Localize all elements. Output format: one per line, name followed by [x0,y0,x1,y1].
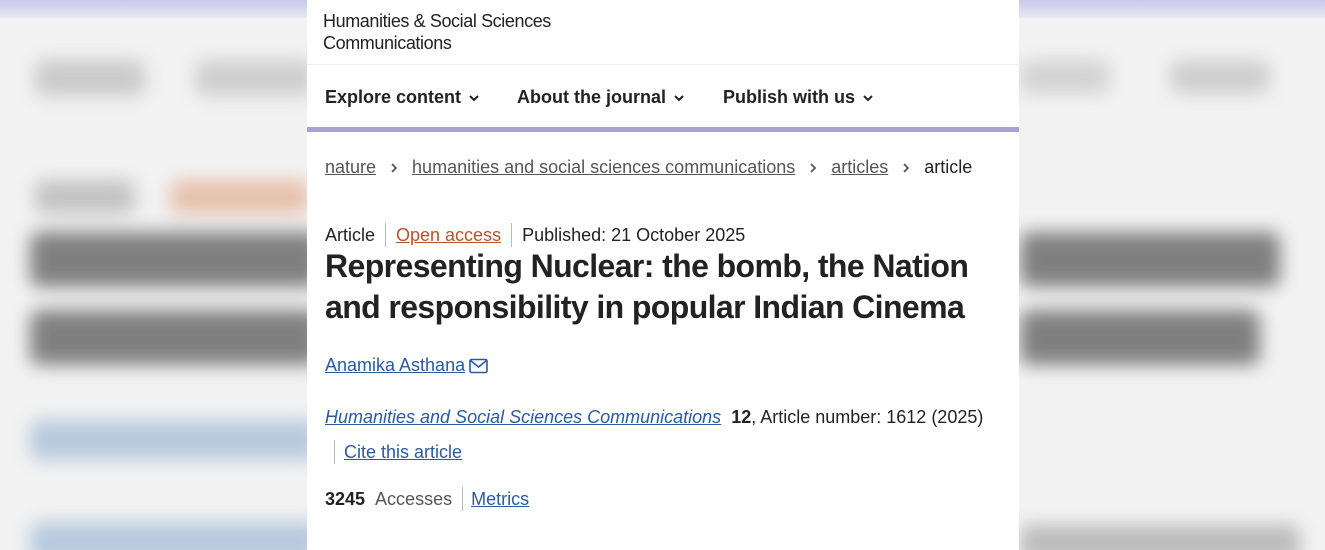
mail-icon[interactable] [469,358,488,374]
metrics-bar: 3245 Accesses Metrics [325,487,529,511]
breadcrumb-journal[interactable]: humanities and social sciences communica… [412,157,795,178]
author-list: Anamika Asthana [325,355,488,376]
accesses-label: Accesses [375,488,453,509]
chevron-right-icon [903,162,910,173]
blur-shape [30,310,320,365]
logo-line-2: Communications [323,33,452,53]
open-access-link[interactable]: Open access [396,225,501,246]
citation-line: Humanities and Social Sciences Communica… [325,407,983,428]
cite-section: Cite this article [334,440,462,464]
nav-about-journal[interactable]: About the journal [517,87,685,108]
breadcrumb-nature[interactable]: nature [325,157,376,178]
article-title: Representing Nuclear: the bomb, the Nati… [325,248,969,325]
author-link[interactable]: Anamika Asthana [325,355,465,376]
accesses-count: 3245 [325,488,366,509]
journal-logo[interactable]: Humanities & Social Sciences Communicati… [323,10,551,54]
blur-shape [1170,60,1270,94]
nav-label: Explore content [325,87,462,107]
cite-this-article-link[interactable]: Cite this article [344,442,462,463]
chevron-right-icon [391,162,398,173]
nav-underline [307,127,1019,132]
article-meta: Article Open access Published: 21 Octobe… [325,223,745,247]
blur-shape [1020,232,1280,287]
breadcrumb-articles[interactable]: articles [831,157,888,178]
divider [385,223,387,247]
nav-label: About the journal [517,87,666,107]
blur-shape [30,522,320,550]
volume-number: 12 [731,407,752,427]
main-nav: Explore content About the journal Publis… [307,64,1019,129]
breadcrumb-current: article [924,157,973,177]
chevron-down-icon [674,94,684,101]
article-type: Article [325,224,376,245]
divider [511,223,513,247]
published-date: Published: 21 October 2025 [522,224,746,245]
nav-publish-with-us[interactable]: Publish with us [723,87,874,108]
article-panel: Humanities & Social Sciences Communicati… [307,0,1019,550]
blur-shape [35,180,135,214]
chevron-down-icon [863,94,873,101]
blur-shape [1020,60,1110,94]
blur-shape [30,420,320,460]
chevron-down-icon [469,94,479,101]
article-number: , Article number: 1612 (2025) [751,407,984,427]
chevron-right-icon [810,162,817,173]
logo-line-1: Humanities & Social Sciences [323,11,551,31]
journal-link[interactable]: Humanities and Social Sciences Communica… [325,407,721,428]
metrics-link[interactable]: Metrics [471,489,529,510]
blur-shape [1020,310,1260,365]
divider [462,487,464,511]
blur-shape [35,60,145,96]
divider [334,440,335,464]
nav-explore-content[interactable]: Explore content [325,87,480,108]
blur-shape [30,232,320,287]
blur-shape [195,60,315,96]
blur-shape [1020,525,1300,550]
breadcrumb: nature humanities and social sciences co… [325,157,972,178]
nav-label: Publish with us [723,87,856,107]
blur-shape [170,180,310,214]
